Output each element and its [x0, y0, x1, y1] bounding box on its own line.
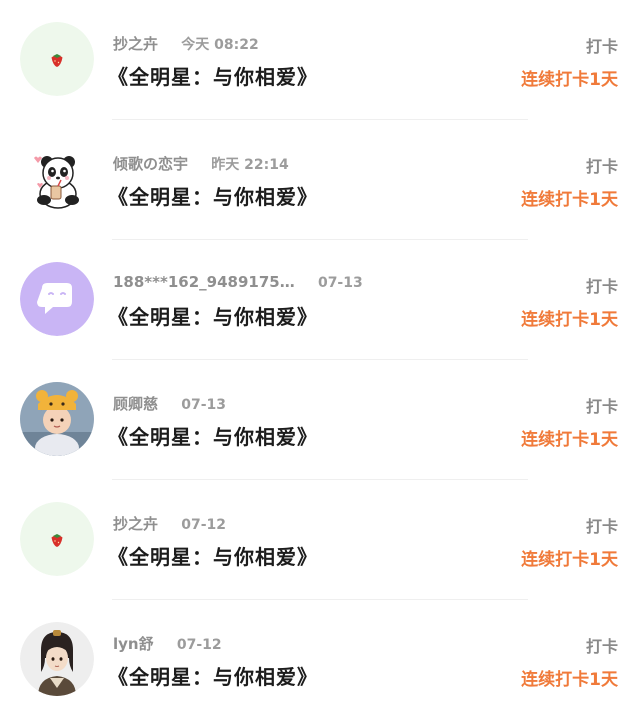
checkin-meta: 抄之卉 07-12 [113, 513, 226, 535]
book-title[interactable]: 《全明星：与你相爱》 [108, 541, 318, 570]
book-title[interactable]: 《全明星：与你相爱》 [108, 421, 318, 450]
panda-avatar[interactable] [20, 142, 94, 216]
username[interactable]: 抄之卉 [113, 35, 158, 53]
checkin-row[interactable]: lyn舒 07-12 《全明星：与你相爱》 打卡 连续打卡1天 [0, 600, 640, 720]
streak-label: 连续打卡1天 [521, 310, 618, 330]
checkin-row[interactable]: 倾歌の恋宇 昨天 22:14 《全明星：与你相爱》 打卡 连续打卡1天 [0, 120, 640, 240]
checkin-time: 07-12 [176, 637, 222, 653]
checkin-meta: 抄之卉 今天 08:22 [113, 33, 259, 55]
streak-label: 连续打卡1天 [521, 550, 618, 570]
checkin-time: 07-13 [181, 397, 227, 413]
streak-label: 连续打卡1天 [521, 70, 618, 90]
checkin-row[interactable]: 188***162_9489175… 07-13 《全明星：与你相爱》 打卡 连… [0, 240, 640, 360]
streak-label: 连续打卡1天 [521, 430, 618, 450]
child-photo-avatar[interactable] [20, 382, 94, 456]
checkin-action-label: 打卡 [585, 37, 618, 56]
checkin-time: 昨天 22:14 [211, 157, 289, 173]
username[interactable]: 抄之卉 [113, 515, 158, 533]
book-title[interactable]: 《全明星：与你相爱》 [108, 301, 318, 330]
checkin-list: 抄之卉 今天 08:22 《全明星：与你相爱》 打卡 连续打卡1天 倾歌の恋宇 … [0, 0, 640, 716]
username[interactable]: lyn舒 [113, 635, 154, 653]
checkin-time: 07-13 [317, 275, 363, 291]
checkin-time: 今天 08:22 [181, 37, 259, 53]
checkin-meta: 188***162_9489175… 07-13 [113, 273, 363, 295]
checkin-action-label: 打卡 [585, 277, 618, 296]
strawberry-avatar[interactable] [20, 22, 94, 96]
checkin-action-label: 打卡 [585, 397, 618, 416]
book-title[interactable]: 《全明星：与你相爱》 [108, 61, 318, 90]
checkin-action-label: 打卡 [585, 517, 618, 536]
checkin-meta: 顾卿慈 07-13 [113, 393, 226, 415]
checkin-row[interactable]: 抄之卉 07-12 《全明星：与你相爱》 打卡 连续打卡1天 [0, 480, 640, 600]
streak-label: 连续打卡1天 [521, 190, 618, 210]
strawberry-avatar[interactable] [20, 502, 94, 576]
checkin-meta: 倾歌の恋宇 昨天 22:14 [113, 153, 289, 175]
checkin-meta: lyn舒 07-12 [113, 633, 222, 655]
checkin-action-label: 打卡 [585, 637, 618, 656]
checkin-time: 07-12 [181, 517, 227, 533]
checkin-row[interactable]: 顾卿慈 07-13 《全明星：与你相爱》 打卡 连续打卡1天 [0, 360, 640, 480]
book-title[interactable]: 《全明星：与你相爱》 [108, 661, 318, 690]
checkin-row[interactable]: 抄之卉 今天 08:22 《全明星：与你相爱》 打卡 连续打卡1天 [0, 0, 640, 120]
username[interactable]: 顾卿慈 [113, 395, 158, 413]
default-chat-avatar[interactable] [20, 262, 94, 336]
streak-label: 连续打卡1天 [521, 670, 618, 690]
checkin-action-label: 打卡 [585, 157, 618, 176]
book-title[interactable]: 《全明星：与你相爱》 [108, 181, 318, 210]
username[interactable]: 188***162_9489175… [113, 273, 295, 291]
anime-character-avatar[interactable] [20, 622, 94, 696]
username[interactable]: 倾歌の恋宇 [113, 155, 188, 173]
